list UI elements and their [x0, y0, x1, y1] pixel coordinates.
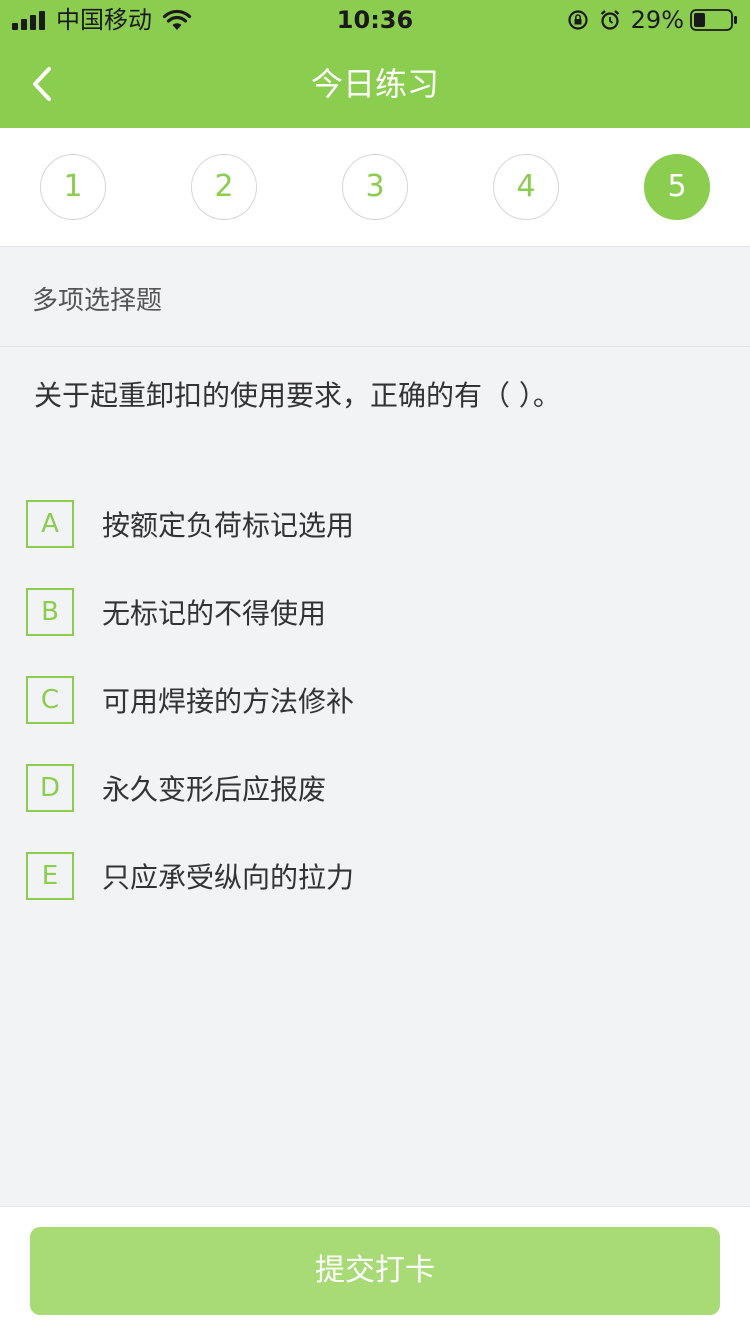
option-b[interactable]: B 无标记的不得使用	[26, 584, 726, 640]
option-text-e: 只应承受纵向的拉力	[102, 861, 355, 894]
orientation-lock-icon	[568, 10, 588, 30]
app-header: 中国移动 10:36 29% 今日练习	[0, 0, 750, 128]
option-letter-c: C	[26, 676, 74, 724]
option-a[interactable]: A 按额定负荷标记选用	[26, 496, 726, 552]
option-text-c: 可用焊接的方法修补	[102, 685, 355, 718]
bottom-bar: 提交打卡	[0, 1206, 750, 1335]
question-number-strip: 1 2 3 4 5	[0, 128, 750, 247]
option-c[interactable]: C 可用焊接的方法修补	[26, 672, 726, 728]
option-letter-b: B	[26, 588, 74, 636]
alarm-icon	[600, 10, 619, 30]
page-title: 今日练习	[310, 65, 439, 103]
submit-checkin-button[interactable]: 提交打卡	[30, 1227, 720, 1315]
option-text-a: 按额定负荷标记选用	[102, 509, 355, 542]
question-number-2[interactable]: 2	[191, 154, 257, 220]
nav-bar: 今日练习	[0, 40, 750, 128]
question-number-3[interactable]: 3	[342, 154, 408, 220]
option-e[interactable]: E 只应承受纵向的拉力	[26, 848, 726, 904]
status-bar: 中国移动 10:36 29%	[0, 0, 750, 40]
question-number-4[interactable]: 4	[493, 154, 559, 220]
option-letter-e: E	[26, 852, 74, 900]
question-number-5[interactable]: 5	[644, 154, 710, 220]
battery-percentage: 29%	[630, 6, 684, 34]
question-type-row: 多项选择题	[0, 247, 750, 347]
option-text-d: 永久变形后应报废	[102, 773, 327, 806]
battery-icon	[690, 9, 737, 31]
question-number-1[interactable]: 1	[40, 154, 106, 220]
option-letter-a: A	[26, 500, 74, 548]
status-right: 29%	[557, 0, 738, 40]
option-letter-d: D	[26, 764, 74, 812]
option-d[interactable]: D 永久变形后应报废	[26, 760, 726, 816]
question-type: 多项选择题	[32, 286, 163, 316]
question-stem: 关于起重卸扣的使用要求，正确的有（ ）。	[34, 379, 561, 412]
option-text-b: 无标记的不得使用	[102, 597, 327, 630]
